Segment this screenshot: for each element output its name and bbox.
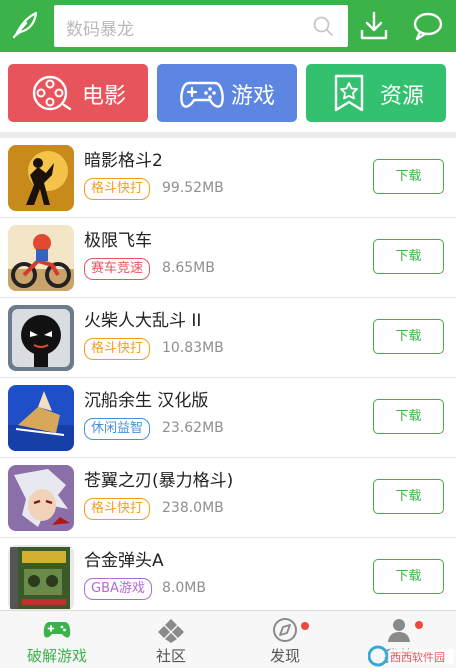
download-manager-icon[interactable] (356, 8, 392, 44)
app-name: 苍翼之刃(暴力格斗) (84, 471, 234, 491)
download-button[interactable]: 下载 (373, 239, 444, 274)
tab-label: 发现 (269, 647, 300, 665)
bookmark-star-icon (328, 73, 370, 113)
app-size: 238.0MB (162, 500, 224, 516)
search-input[interactable]: 数码暴龙 (54, 5, 348, 47)
app-size: 8.65MB (162, 260, 215, 276)
tab-label: 破解游戏 (26, 647, 87, 665)
search-icon[interactable] (312, 15, 334, 37)
notification-dot (415, 621, 423, 629)
category-bar: 电影 游戏 资源 (0, 52, 456, 132)
watermark-text: 西西软件园 (390, 650, 445, 664)
notification-dot (301, 622, 309, 630)
app-name: 暗影格斗2 (84, 151, 163, 171)
app-name: 极限飞车 (84, 231, 152, 251)
download-button[interactable]: 下载 (373, 559, 444, 594)
gamepad-icon (43, 617, 71, 643)
download-button[interactable]: 下载 (373, 399, 444, 434)
category-movie-button[interactable]: 电影 (8, 64, 148, 122)
category-movie-label: 电影 (82, 84, 127, 109)
list-item[interactable]: 暗影格斗2 格斗快打 99.52MB 下载 (0, 138, 456, 218)
category-game-label: 游戏 (231, 84, 276, 109)
download-button[interactable]: 下载 (373, 319, 444, 354)
leaf-logo-icon[interactable] (8, 8, 42, 42)
app-icon-extreme-racer (8, 225, 74, 291)
app-name: 沉船余生 汉化版 (84, 391, 209, 411)
message-icon[interactable] (410, 8, 446, 44)
app-category-tag: 格斗快打 (84, 498, 151, 520)
app-size: 23.62MB (162, 420, 224, 436)
app-name: 火柴人大乱斗 II (84, 311, 202, 331)
category-resource-button[interactable]: 资源 (306, 64, 446, 122)
app-category-tag: 格斗快打 (84, 178, 151, 200)
list-item[interactable]: 极限飞车 赛车竞速 8.65MB 下载 (0, 218, 456, 298)
tab-cracked-games[interactable]: 破解游戏 (0, 611, 114, 668)
app-list: 暗影格斗2 格斗快打 99.52MB 下载 极限飞车 赛车竞速 8.65MB 下… (0, 138, 456, 610)
app-icon-shadow-fight (8, 145, 74, 211)
app-icon-wing-blade (8, 465, 74, 531)
app-category-tag: GBA游戏 (84, 578, 152, 600)
compass-icon (271, 617, 299, 643)
list-item[interactable]: 火柴人大乱斗 II 格斗快打 10.83MB 下载 (0, 298, 456, 378)
app-category-tag: 赛车竞速 (84, 258, 151, 280)
tab-discover[interactable]: 发现 (228, 611, 342, 668)
category-resource-label: 资源 (380, 84, 425, 109)
watermark-logo: 西西软件园 (367, 644, 456, 668)
tab-community[interactable]: 社区 (114, 611, 228, 668)
app-icon-metal-slug (8, 545, 74, 610)
app-name: 合金弹头A (84, 551, 164, 571)
app-size: 8.0MB (162, 580, 206, 596)
tab-label: 社区 (155, 647, 186, 665)
list-item[interactable]: 合金弹头A GBA游戏 8.0MB 下载 (0, 538, 456, 610)
download-button[interactable]: 下载 (373, 159, 444, 194)
film-reel-icon (30, 73, 72, 113)
app-category-tag: 格斗快打 (84, 338, 151, 360)
list-item[interactable]: 苍翼之刃(暴力格斗) 格斗快打 238.0MB 下载 (0, 458, 456, 538)
search-placeholder: 数码暴龙 (66, 20, 134, 40)
app-category-tag: 休闲益智 (84, 418, 151, 440)
download-button[interactable]: 下载 (373, 479, 444, 514)
user-icon (385, 617, 413, 643)
community-grid-icon (157, 617, 185, 643)
top-bar: 数码暴龙 (0, 0, 456, 52)
app-icon-stickman-brawl (8, 305, 74, 371)
app-icon-shipwreck-survival (8, 385, 74, 451)
category-game-button[interactable]: 游戏 (157, 64, 297, 122)
app-size: 99.52MB (162, 180, 224, 196)
list-item[interactable]: 沉船余生 汉化版 休闲益智 23.62MB 下载 (0, 378, 456, 458)
gamepad-icon (179, 73, 224, 113)
app-size: 10.83MB (162, 340, 224, 356)
